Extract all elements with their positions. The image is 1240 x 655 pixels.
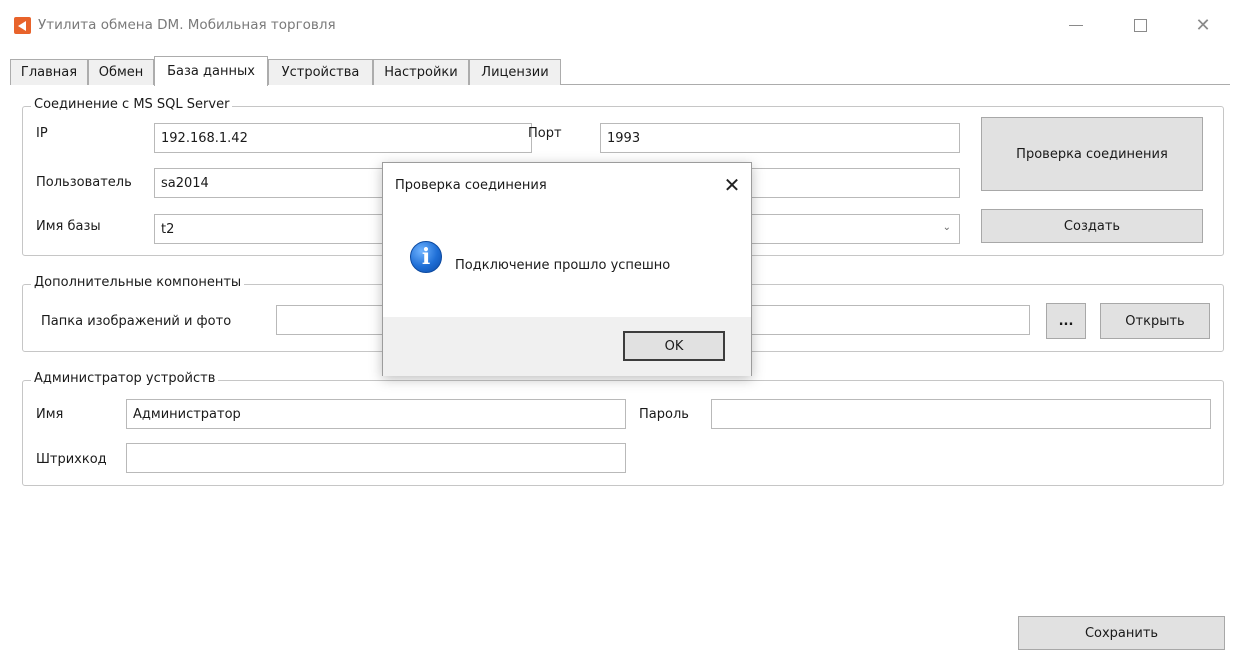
device-admin-group: Администратор устройств Имя Администрато… [22,371,1224,486]
open-folder-button[interactable]: Открыть [1100,303,1210,339]
dialog-title: Проверка соединения [395,178,547,193]
close-button[interactable]: ✕ [1180,10,1226,40]
dialog-close-button[interactable]: ✕ [719,173,745,197]
maximize-button[interactable] [1117,10,1163,40]
tab-main[interactable]: Главная [10,59,88,85]
save-button[interactable]: Сохранить [1018,616,1225,650]
window-title: Утилита обмена DM. Мобильная торговля [38,17,336,33]
check-connection-button[interactable]: Проверка соединения [981,117,1203,191]
app-logo-icon [14,17,31,34]
port-label: Порт [528,126,562,141]
images-folder-label: Папка изображений и фото [41,314,232,329]
admin-password-field[interactable] [711,399,1211,429]
database-label: Имя базы [36,219,101,234]
info-icon: i [410,241,442,273]
admin-name-label: Имя [36,407,64,422]
browse-folder-button[interactable]: ... [1046,303,1086,339]
main-window: Утилита обмена DM. Мобильная торговля ✕ … [0,0,1240,655]
tab-exchange[interactable]: Обмен [88,59,154,85]
extra-group-legend: Дополнительные компоненты [31,275,245,290]
sql-group-legend: Соединение с MS SQL Server [31,97,233,112]
ok-button[interactable]: OK [623,331,725,361]
close-icon: ✕ [1195,14,1211,36]
barcode-label: Штрихкод [36,452,107,467]
minimize-button[interactable] [1053,10,1099,40]
admin-group-legend: Администратор устройств [31,371,219,386]
ip-label: IP [36,126,48,141]
tab-settings[interactable]: Настройки [373,59,469,85]
barcode-field[interactable] [126,443,626,473]
database-value: t2 [161,221,175,237]
connection-check-dialog: Проверка соединения ✕ i Подключение прош… [382,162,752,376]
chevron-down-icon[interactable]: ⌄ [943,222,951,233]
admin-password-label: Пароль [639,407,689,422]
port-field[interactable]: 1993 [600,123,960,153]
user-label: Пользователь [36,175,132,190]
tab-database[interactable]: База данных [154,56,268,86]
dialog-message: Подключение прошло успешно [455,258,671,273]
close-icon: ✕ [723,173,741,197]
minimize-icon [1069,24,1083,26]
ip-field[interactable]: 192.168.1.42 [154,123,532,153]
create-button[interactable]: Создать [981,209,1203,243]
maximize-icon [1133,18,1147,32]
tab-licenses[interactable]: Лицензии [469,59,561,85]
title-bar: Утилита обмена DM. Мобильная торговля ✕ [0,0,1240,50]
dialog-footer: OK [383,317,751,376]
admin-name-field[interactable]: Администратор [126,399,626,429]
tab-devices[interactable]: Устройства [268,59,373,85]
